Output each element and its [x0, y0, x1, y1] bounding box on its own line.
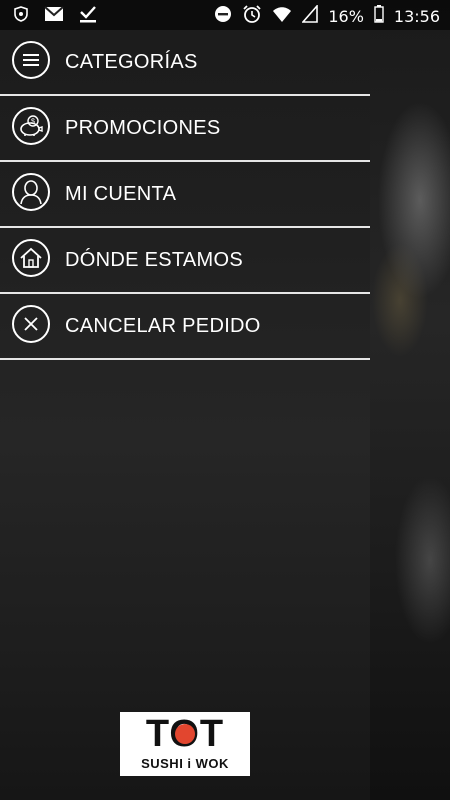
status-right: 16% 13:56 — [214, 3, 440, 28]
clock: 13:56 — [393, 6, 440, 26]
menu-item-promociones[interactable]: $ PROMOCIONES — [0, 96, 370, 162]
menu-item-label: MI CUENTA — [65, 183, 177, 205]
close-icon — [12, 305, 50, 343]
logo-sushi-mark-icon — [175, 724, 195, 744]
alarm-icon — [242, 4, 262, 28]
wifi-icon — [272, 5, 292, 27]
brand-logo: TOT SUSHI i WOK — [120, 712, 250, 776]
status-left — [12, 5, 98, 27]
drawer-menu: CATEGORÍAS $ PROMOCIONES MI CUENTA DÓNDE… — [0, 30, 370, 360]
battery-icon — [374, 5, 384, 27]
menu-item-categorias[interactable]: CATEGORÍAS — [0, 30, 370, 96]
navigation-drawer: CATEGORÍAS $ PROMOCIONES MI CUENTA DÓNDE… — [0, 0, 370, 800]
app-screen: 16% 13:56 CATEGORÍAS $ PROMOCIONES MI CU… — [0, 0, 450, 800]
home-icon — [12, 239, 50, 277]
hamburger-icon — [12, 41, 50, 79]
logo-tagline: SUSHI i WOK — [141, 756, 229, 771]
piggy-bank-icon: $ — [12, 107, 50, 145]
user-icon — [12, 173, 50, 211]
status-bar: 16% 13:56 — [0, 0, 450, 30]
shield-icon — [12, 5, 30, 27]
menu-item-label: PROMOCIONES — [65, 117, 221, 139]
battery-percent: 16% — [328, 6, 364, 26]
svg-text:$: $ — [31, 119, 35, 126]
menu-item-cancelar-pedido[interactable]: CANCELAR PEDIDO — [0, 294, 370, 360]
do-not-disturb-icon — [214, 5, 232, 27]
gmail-icon — [44, 6, 64, 26]
download-done-icon — [78, 5, 98, 27]
menu-item-mi-cuenta[interactable]: MI CUENTA — [0, 162, 370, 228]
menu-item-label: DÓNDE ESTAMOS — [65, 249, 243, 271]
menu-item-label: CANCELAR PEDIDO — [65, 315, 261, 337]
signal-icon — [301, 3, 319, 27]
menu-item-donde-estamos[interactable]: DÓNDE ESTAMOS — [0, 228, 370, 294]
menu-item-label: CATEGORÍAS — [65, 51, 198, 73]
